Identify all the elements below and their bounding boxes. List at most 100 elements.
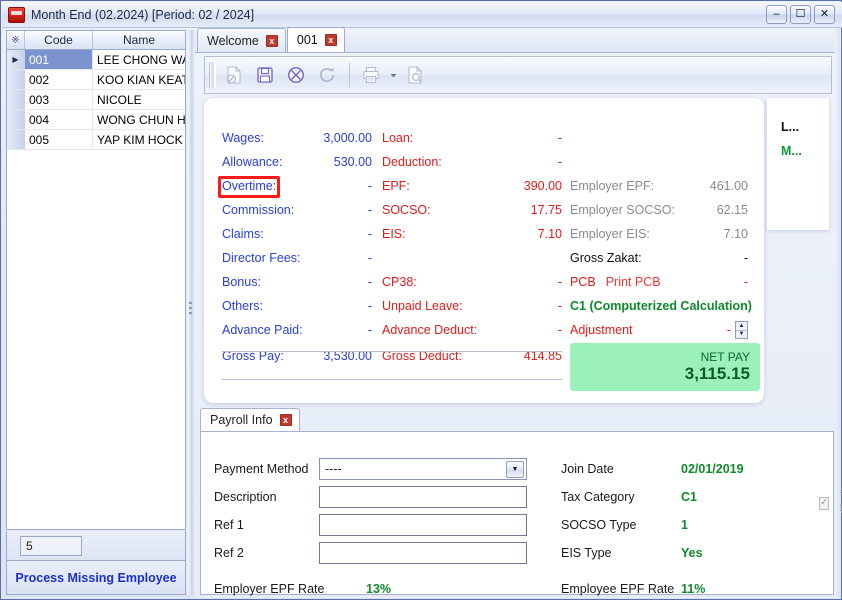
close-icon: ✕	[815, 6, 834, 23]
earnings-value: -	[368, 275, 372, 289]
deduction-value: 17.75	[531, 203, 562, 217]
cancel-button[interactable]	[281, 60, 311, 90]
tab-payroll-info-close-icon[interactable]: x	[280, 414, 292, 426]
process-missing-employee-link[interactable]: Process Missing Employee	[15, 571, 176, 585]
toolbar-grip-icon[interactable]	[209, 62, 216, 88]
earnings-row: Wages:3,000.00	[222, 126, 372, 150]
record-count-field[interactable]: 5	[20, 536, 82, 556]
ref2-input[interactable]	[319, 542, 527, 564]
deductions-column: Loan:- Deduction:- EPF:390.00 SOCSO:17.7…	[382, 126, 562, 370]
table-row[interactable]: 002 KOO KIAN KEAT	[7, 70, 185, 90]
side-label-mtd[interactable]: M...	[781, 144, 802, 158]
document-tabs: Welcome x 001 x	[195, 28, 839, 53]
employer-epf-rate-value: 13%	[366, 582, 391, 596]
adjustment-label[interactable]: Adjustment	[570, 323, 633, 337]
table-row[interactable]: 003 NICOLE	[7, 90, 185, 110]
minimize-button[interactable]: –	[766, 5, 787, 24]
employee-epf-rate-row: Employee EPF Rate	[561, 578, 674, 600]
edit-button[interactable]	[219, 60, 249, 90]
employer-row: Employer SOCSO:62.15	[570, 198, 748, 222]
payment-method-select[interactable]: ---- ▼	[319, 458, 527, 480]
grid-header-code[interactable]: Code	[25, 31, 93, 49]
print-button[interactable]	[356, 60, 386, 90]
payroll-info-tabstrip: Payroll Info x	[200, 408, 834, 431]
tab-payroll-info[interactable]: Payroll Info x	[200, 408, 300, 431]
earnings-label: Advance Paid:	[222, 323, 303, 337]
ref1-label-row: Ref 1	[214, 514, 332, 536]
deduction-row: Deduction:-	[382, 150, 562, 174]
deduction-value: -	[558, 299, 562, 313]
deduction-row: EIS:7.10	[382, 222, 562, 246]
maximize-button[interactable]: ☐	[790, 5, 811, 24]
adjustment-row: Adjustment - ▲ ▼	[570, 318, 748, 342]
app-logo-icon	[8, 7, 25, 23]
deduction-label: EPF:	[382, 179, 410, 193]
window-controls: – ☐ ✕	[766, 5, 838, 24]
deduction-value: -	[558, 323, 562, 337]
edit-icon	[224, 65, 244, 85]
tab-welcome-close-icon[interactable]: x	[266, 35, 278, 47]
socso-type-value: 1	[681, 518, 688, 532]
tab-001-label: 001	[297, 33, 318, 47]
close-button[interactable]: ✕	[814, 5, 835, 24]
refresh-button[interactable]	[312, 60, 342, 90]
cell-code: 004	[25, 110, 93, 129]
print-icon	[361, 65, 381, 85]
grid-header-name[interactable]: Name	[93, 31, 185, 49]
vertical-splitter[interactable]	[187, 30, 195, 595]
earnings-value: -	[368, 227, 372, 241]
ref2-label: Ref 2	[214, 546, 244, 560]
refresh-icon	[317, 65, 337, 85]
chevron-down-icon[interactable]: ▼	[506, 461, 524, 478]
payroll-summary-card: Wages:3,000.00 Allowance: 530.00 Overtime…	[204, 98, 764, 403]
eis-type-value-row: Yes	[681, 542, 703, 564]
deduction-row: Loan:-	[382, 126, 562, 150]
ref2-label-row: Ref 2	[214, 542, 332, 564]
ref1-input[interactable]	[319, 514, 527, 536]
table-row[interactable]: 004 WONG CHUN H...	[7, 110, 185, 130]
deduction-row: EPF:390.00	[382, 174, 562, 198]
side-label-leave[interactable]: L...	[781, 120, 799, 134]
row-indicator-icon: ▶	[7, 50, 25, 69]
deduction-value: -	[558, 275, 562, 289]
cell-code: 003	[25, 90, 93, 109]
spinner-up-icon[interactable]: ▲	[736, 322, 747, 331]
adjustment-value: -	[727, 323, 731, 337]
outer-scrollbar[interactable]	[835, 28, 840, 598]
cell-name: LEE CHONG WAI	[93, 50, 185, 69]
print-pcb-link[interactable]: Print PCB	[606, 275, 661, 289]
deduction-label: Deduction:	[382, 155, 442, 169]
table-row[interactable]: 005 YAP KIM HOCK	[7, 130, 185, 150]
spinner-down-icon[interactable]: ▼	[736, 331, 747, 339]
employee-grid[interactable]: ※ Code Name ▶ 001 LEE CHONG WAI 002 KOO …	[6, 30, 186, 530]
gross-zakat-label: Gross Zakat:	[570, 251, 642, 265]
tab-welcome[interactable]: Welcome x	[197, 28, 286, 52]
window-title: Month End (02.2024) [Period: 02 / 2024]	[31, 8, 254, 22]
pcb-method-label: C1 (Computerized Calculation)	[570, 299, 752, 313]
earnings-label: Allowance:	[222, 155, 282, 169]
employer-epf-rate-value-row: 13%	[366, 578, 391, 600]
save-button[interactable]	[250, 60, 280, 90]
cell-name: KOO KIAN KEAT	[93, 70, 185, 89]
employee-epf-rate-value: 11%	[681, 582, 705, 596]
earnings-label[interactable]: Overtime:	[222, 179, 276, 193]
tab-001[interactable]: 001 x	[287, 27, 345, 52]
print-preview-button[interactable]	[400, 60, 430, 90]
earnings-value: 530.00	[334, 155, 372, 169]
net-pay-value: 3,115.15	[685, 364, 750, 384]
print-dropdown-arrow[interactable]	[387, 60, 400, 90]
employer-label: Employer EIS:	[570, 227, 650, 241]
earnings-row: Advance Paid:-	[222, 318, 372, 342]
join-date-row: Join Date	[561, 458, 614, 480]
socso-type-value-row: 1	[681, 514, 688, 536]
socso-type-row: SOCSO Type	[561, 514, 637, 536]
table-row[interactable]: ▶ 001 LEE CHONG WAI	[7, 50, 185, 70]
adjustment-spinner[interactable]: ▲ ▼	[735, 321, 748, 339]
earnings-label: Wages:	[222, 131, 264, 145]
payment-method-value: ----	[325, 462, 342, 476]
content-area: Welcome x 001 x	[195, 28, 839, 598]
tab-001-close-icon[interactable]: x	[325, 34, 337, 46]
employer-row: Employer EPF:461.00	[570, 174, 748, 198]
description-input[interactable]	[319, 486, 527, 508]
toolbar	[204, 56, 832, 94]
